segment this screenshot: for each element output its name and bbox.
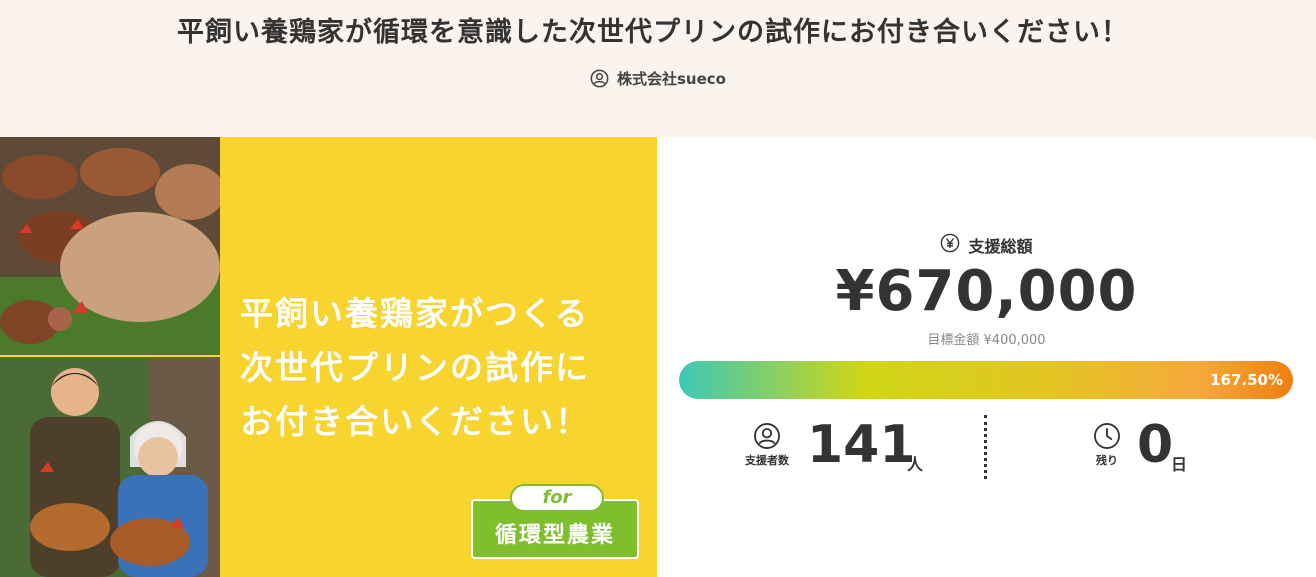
clock-icon xyxy=(1089,422,1125,450)
target-amount: 目標金額 ¥400,000 xyxy=(927,333,1046,348)
badge-for-label: for xyxy=(510,484,604,512)
remaining-caption: 残り xyxy=(1096,454,1118,467)
project-owner[interactable]: 株式会社sueco xyxy=(0,68,1316,89)
hero-headline-line-3: お付き合いください！ xyxy=(240,402,590,441)
hero-headline-line-2: 次世代プリンの試作に xyxy=(240,348,590,387)
funding-progress-fill xyxy=(679,361,1293,399)
user-circle-icon xyxy=(590,69,609,88)
backers-unit: 人 xyxy=(907,455,924,474)
backers-icon-box: 支援者数 xyxy=(739,422,795,468)
farmers-photo xyxy=(0,357,220,577)
category-badge: for 循環型農業 xyxy=(471,484,639,559)
project-header: 平飼い養鶏家が循環を意識した次世代プリンの試作にお付き合いください！ 株式会社s… xyxy=(0,0,1316,137)
remaining-days-unit: 日 xyxy=(1171,455,1188,474)
page-title: 平飼い養鶏家が循環を意識した次世代プリンの試作にお付き合いください！ xyxy=(177,17,1129,48)
total-funding-label: 支援総額 xyxy=(968,237,1033,256)
backers-caption: 支援者数 xyxy=(745,454,789,467)
user-circle-icon xyxy=(739,422,795,450)
funding-progress-percent: 167.50% xyxy=(1210,371,1283,389)
chickens-photo xyxy=(0,137,220,355)
funding-progress-bar: 167.50% xyxy=(679,361,1293,399)
remaining-icon-box: 残り xyxy=(1089,422,1125,468)
owner-name: 株式会社sueco xyxy=(617,70,726,88)
funding-stats-panel: 支援総額 ¥670,000 目標金額 ¥400,000 167.50% 支援者数… xyxy=(657,137,1316,577)
stats-divider xyxy=(984,415,987,479)
yen-circle-icon xyxy=(940,233,960,257)
project-hero-image: 平飼い養鶏家がつくる 次世代プリンの試作に お付き合いください！ for 循環型… xyxy=(0,137,657,577)
hero-headline-line-1: 平飼い養鶏家がつくる xyxy=(240,294,590,333)
total-funding-heading: 支援総額 xyxy=(657,233,1316,257)
remaining-days-stat: 残り 0 日 xyxy=(1089,415,1289,477)
badge-category-label: 循環型農業 xyxy=(494,523,615,548)
hero-headline: 平飼い養鶏家がつくる 次世代プリンの試作に お付き合いください！ xyxy=(240,287,640,449)
project-summary: 平飼い養鶏家がつくる 次世代プリンの試作に お付き合いください！ for 循環型… xyxy=(0,137,1316,577)
backers-count: 141 xyxy=(807,415,916,475)
total-funding-amount: ¥670,000 xyxy=(835,259,1138,324)
backers-stat: 支援者数 141 人 xyxy=(739,415,979,477)
remaining-days-count: 0 xyxy=(1137,415,1174,475)
